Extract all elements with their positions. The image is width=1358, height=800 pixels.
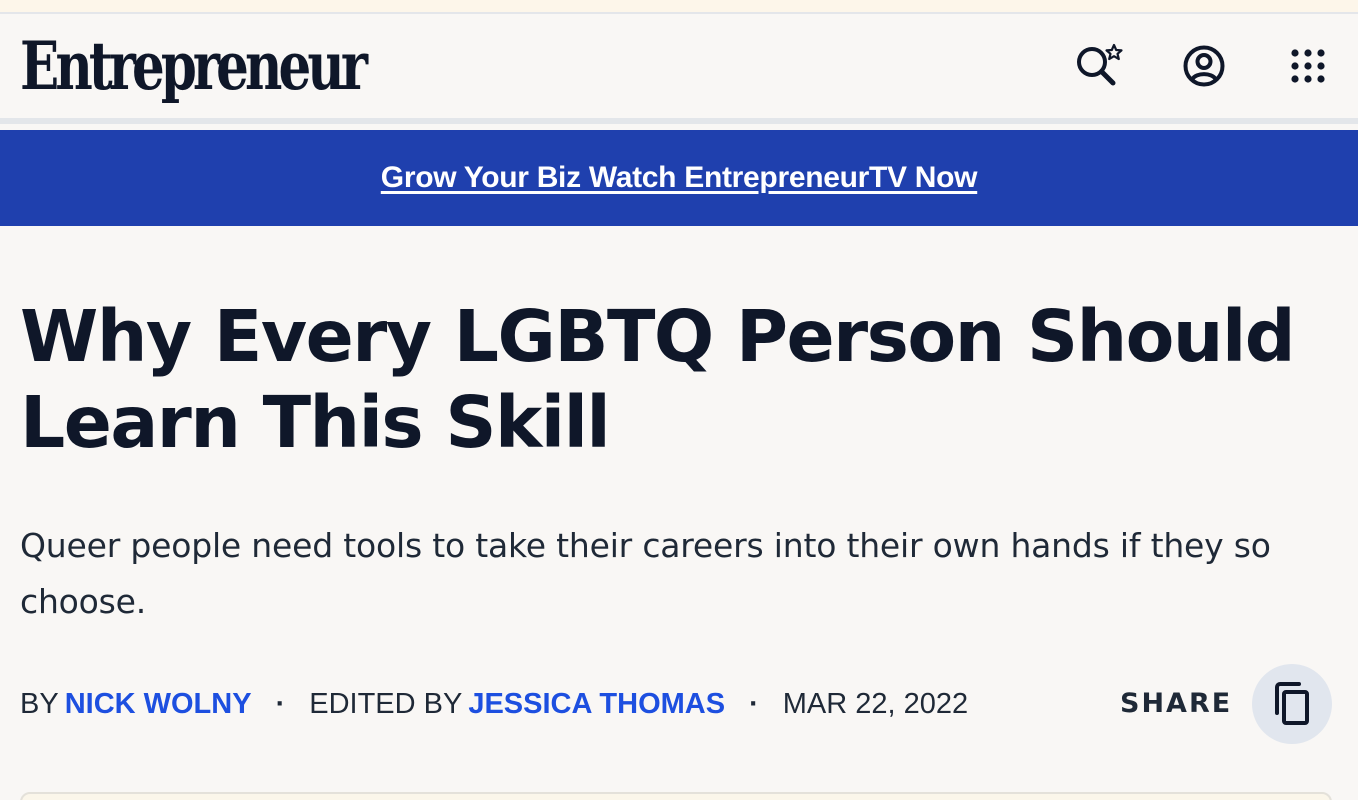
- editor-link[interactable]: JESSICA THOMAS: [468, 688, 725, 721]
- byline-separator: ·: [749, 687, 759, 720]
- search-icon[interactable]: [1072, 42, 1124, 90]
- site-logo[interactable]: Entrepreneur: [20, 26, 368, 106]
- by-label: BY: [20, 687, 59, 720]
- share-button[interactable]: [1252, 664, 1332, 744]
- content-card-edge: [20, 792, 1332, 800]
- share-label[interactable]: SHARE: [1120, 684, 1232, 724]
- promo-banner: Grow Your Biz Watch EntrepreneurTV Now: [0, 130, 1358, 226]
- article-headline: Why Every LGBTQ Person Should Learn This…: [20, 295, 1296, 464]
- account-icon[interactable]: [1178, 42, 1230, 90]
- edited-by-label: EDITED BY: [309, 687, 463, 720]
- byline-separator: ·: [275, 687, 286, 720]
- byline: BY NICK WOLNY · EDITED BY JESSICA THOMAS…: [20, 684, 968, 724]
- promo-link[interactable]: Grow Your Biz Watch EntrepreneurTV Now: [381, 161, 978, 195]
- article-dek: Queer people need tools to take their ca…: [20, 526, 1271, 621]
- publish-date: MAR 22, 2022: [782, 687, 969, 720]
- top-strip: [0, 0, 1358, 14]
- author-link[interactable]: NICK WOLNY: [65, 688, 252, 721]
- apps-menu-icon[interactable]: [1282, 42, 1334, 90]
- copy-icon: [1275, 682, 1309, 725]
- site-header: Entrepreneur: [0, 16, 1358, 124]
